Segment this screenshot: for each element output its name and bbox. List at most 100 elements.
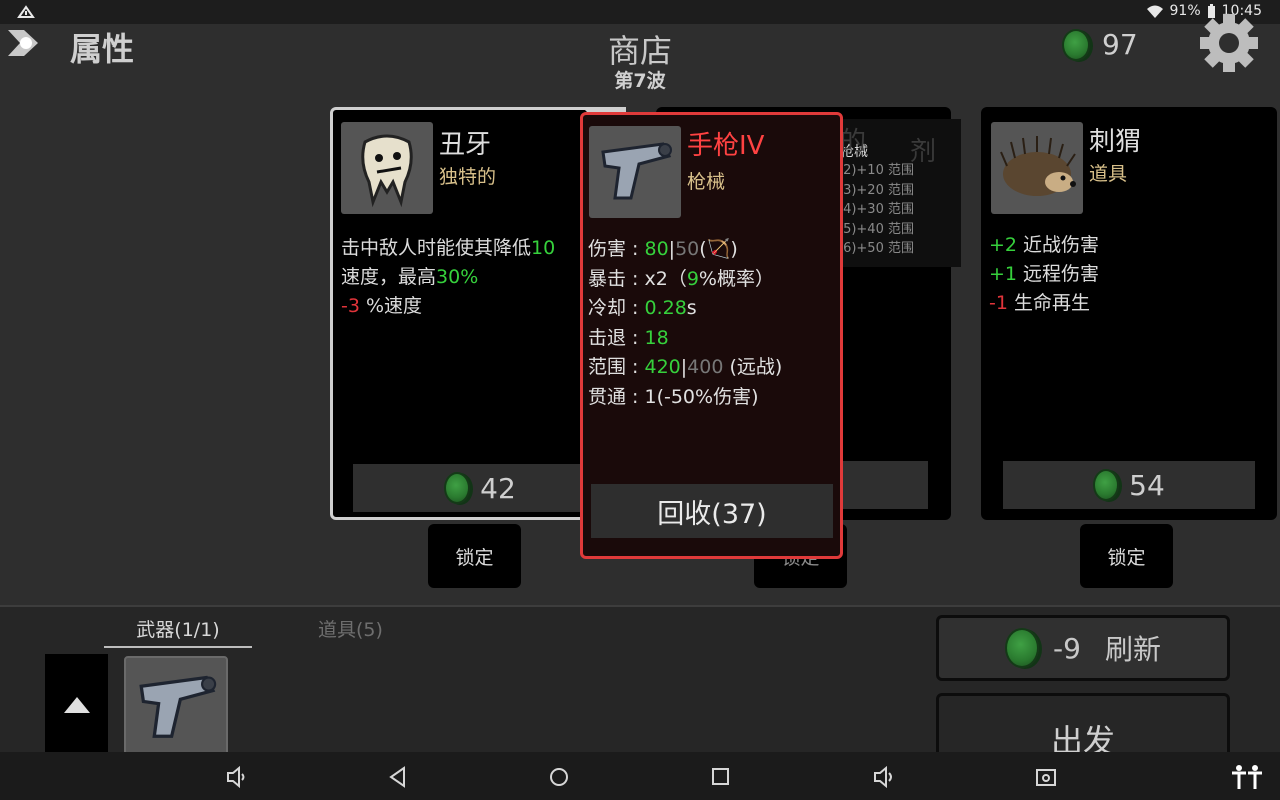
card-type: 道具 xyxy=(1089,163,1128,185)
text-segment: s xyxy=(686,297,697,319)
tier-line: (2)+10 范围 xyxy=(838,163,914,178)
text-segment: 伤害 : xyxy=(588,238,645,260)
home-icon[interactable] xyxy=(548,766,570,788)
inventory-weapon-slot[interactable] xyxy=(124,656,228,760)
accessibility-icon[interactable] xyxy=(1230,764,1264,790)
description-line: 击中敌人时能使其降低10 xyxy=(341,234,621,263)
stat-line: 范围 : 420|400 (远战) xyxy=(588,353,782,383)
text-segment: 生命再生 xyxy=(1007,292,1090,314)
text-segment: -3 xyxy=(341,295,360,317)
weapon-type: 枪械 xyxy=(687,171,726,193)
material-coin-icon xyxy=(1005,628,1040,668)
pistol-icon xyxy=(589,126,681,218)
material-coin-icon xyxy=(444,472,471,504)
screenshot-icon[interactable] xyxy=(1035,766,1057,788)
battery-percent: 91% xyxy=(1169,3,1201,19)
system-nav-bar xyxy=(0,752,1280,800)
volume-down-icon[interactable] xyxy=(226,766,248,788)
lock-button[interactable]: 锁定 xyxy=(428,524,521,588)
wave-label: 第7波 xyxy=(614,70,666,92)
card-name-partial: 的 xyxy=(840,127,867,157)
recents-icon[interactable] xyxy=(711,767,731,787)
reroll-cost: -9 xyxy=(1053,631,1081,665)
card-description: +2 近战伤害 +1 远程伤害 -1 生命再生 xyxy=(989,231,1269,318)
text-segment: ( xyxy=(699,238,707,260)
lock-button[interactable]: 锁定 xyxy=(1080,524,1173,588)
description-line: -1 生命再生 xyxy=(989,289,1269,318)
text-segment: 击中敌人时能使其降低 xyxy=(341,237,532,259)
material-counter: 97 xyxy=(1062,28,1138,61)
text-segment: 近战伤害 xyxy=(1017,234,1100,256)
text-segment: 80 xyxy=(644,238,669,260)
notification-icon xyxy=(17,5,35,18)
tier-line: (5)+40 范围 xyxy=(838,221,914,237)
card-name: 丑牙 xyxy=(439,130,492,160)
text-segment: %概率） xyxy=(698,267,774,290)
card-type: 独特的 xyxy=(439,166,497,188)
text-segment: 420 xyxy=(644,356,681,378)
text-segment: (远战) xyxy=(723,356,783,378)
tab-weapons[interactable]: 武器(1/1) xyxy=(104,615,252,648)
material-coin-icon xyxy=(1062,28,1090,61)
material-count: 97 xyxy=(1102,28,1138,61)
text-segment: 冷却 : xyxy=(588,297,645,319)
description-line: 速度，最高30% xyxy=(341,263,621,292)
bow-icon: 🏹 xyxy=(706,238,731,260)
text-segment: +2 xyxy=(989,234,1018,256)
text-segment: %速度 xyxy=(359,295,423,317)
text-segment: 30% xyxy=(436,266,479,288)
stat-line: 冷却 : 0.28s xyxy=(588,294,782,324)
buy-button[interactable] xyxy=(840,461,928,509)
text-segment: 18 xyxy=(644,326,669,349)
back-icon[interactable] xyxy=(388,766,408,788)
ugly-tooth-icon xyxy=(341,122,433,214)
stat-line: 贯通 : 1(-50%伤害) xyxy=(588,383,782,413)
weapon-stats: 伤害 : 80|50(🏹) 暴击 : x2（9%概率） 冷却 : 0.28s 击退 :… xyxy=(588,235,782,412)
text-segment: 远程伤害 xyxy=(1017,263,1100,285)
hedgehog-icon xyxy=(991,122,1083,214)
text-segment: ) xyxy=(730,238,738,260)
arrow-up-icon xyxy=(63,697,90,713)
pistol-icon xyxy=(139,675,217,738)
stat-line: 暴击 : x2（9%概率） xyxy=(588,265,782,295)
weapon-tooltip: 手枪IV 枪械 伤害 : 80|50(🏹) 暴击 : x2（9%概率） 冷却 : 0… xyxy=(580,112,843,559)
card-description: 击中敌人时能使其降低10 速度，最高30% -3 %速度 xyxy=(341,234,621,321)
text-segment: 速度，最高 xyxy=(341,266,437,288)
stat-line: 伤害 : 80|50(🏹) xyxy=(588,235,782,265)
description-line: -3 %速度 xyxy=(341,292,621,321)
tier-line: (4)+30 范围 xyxy=(838,202,914,217)
text-segment: 击退 : xyxy=(588,326,645,349)
tier-line: (6)+50 范围 xyxy=(838,241,914,256)
text-segment: +1 xyxy=(989,263,1018,285)
settings-gear-icon[interactable] xyxy=(1198,12,1260,74)
volume-up-icon[interactable] xyxy=(873,766,897,788)
buy-button[interactable]: 54 xyxy=(1003,461,1255,509)
material-coin-icon xyxy=(1093,469,1120,501)
tab-items[interactable]: 道具(5) xyxy=(318,615,383,642)
stat-line: 击退 : 18 xyxy=(588,324,782,354)
price: 54 xyxy=(1129,468,1165,502)
reroll-label: 刷新 xyxy=(1104,633,1161,666)
text-segment: 0.28 xyxy=(644,297,687,319)
text-segment: 10 xyxy=(531,237,556,259)
description-line: +1 远程伤害 xyxy=(989,260,1269,289)
text-segment: 9 xyxy=(686,267,699,290)
card-name: 刺猬 xyxy=(1089,127,1142,157)
text-segment: 范围 : xyxy=(588,356,645,378)
text-segment: 50 xyxy=(675,238,700,260)
reroll-button[interactable]: -9 刷新 xyxy=(936,615,1230,681)
status-bar: 91% 10:45 xyxy=(0,0,1280,24)
text-segment: -1 xyxy=(989,292,1008,314)
text-segment: 暴击 : x2（ xyxy=(588,267,687,290)
tier-list: (2)+10 范围 (3)+20 范围 (4)+30 范围 (5)+40 范围 (6)+… xyxy=(838,161,914,259)
recycle-button[interactable]: 回收(37) xyxy=(591,484,833,538)
buy-button[interactable]: 42 xyxy=(353,464,607,512)
text-segment: 贯通 : 1(-50%伤害) xyxy=(588,385,759,408)
description-line: +2 近战伤害 xyxy=(989,231,1269,260)
expand-button[interactable] xyxy=(45,654,108,756)
text-segment: 400 xyxy=(687,356,724,378)
shop-card-hedgehog[interactable]: 刺猬 道具 +2 近战伤害 +1 远程伤害 -1 生命再生 54 xyxy=(981,107,1277,520)
wifi-icon xyxy=(1146,5,1163,18)
price: 42 xyxy=(480,471,516,505)
tier-line: (3)+20 范围 xyxy=(838,182,914,198)
